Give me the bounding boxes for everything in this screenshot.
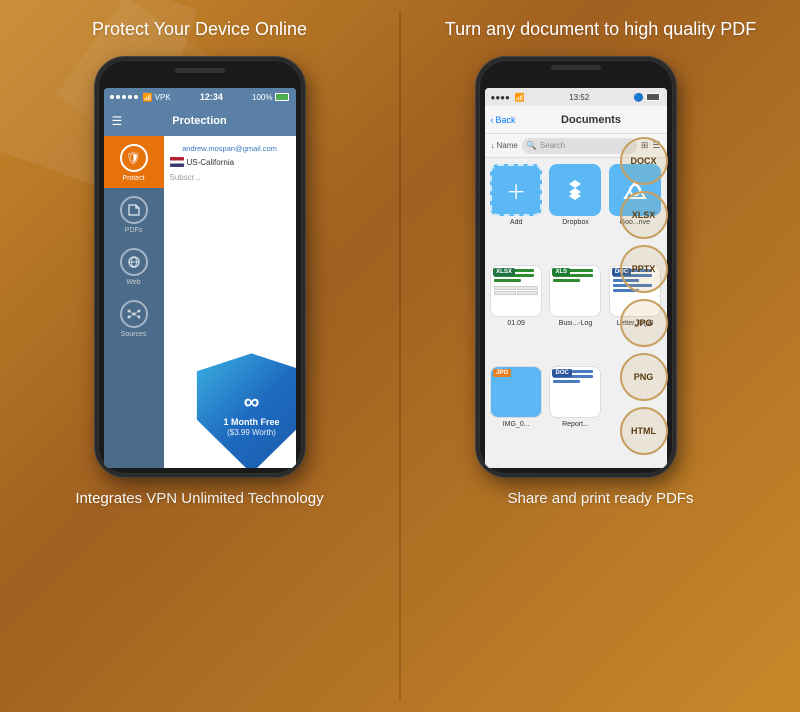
list-item[interactable]: DOC Report...: [548, 366, 603, 463]
sort-down-icon: ↓: [491, 141, 495, 150]
xls-tag: XLS: [552, 268, 570, 276]
add-file-icon: ＋: [490, 164, 542, 216]
sort-label: Name: [497, 141, 518, 150]
format-badge-xlsx: XLSX: [620, 191, 668, 239]
sidebar-web-label: Web: [126, 279, 140, 286]
shield-shape: ∞ 1 Month Free ($3.99 Worth): [197, 353, 296, 468]
sidebar-item-sources[interactable]: Sources: [104, 292, 164, 344]
format-badge-docx: DOCX: [620, 137, 668, 185]
hamburger-icon[interactable]: ☰: [112, 114, 123, 128]
left-phone-mockup: 📶 VPK 12:34 100% ☰ Protection: [95, 57, 305, 477]
battery-icon: [275, 93, 289, 101]
left-status-time: 12:34: [200, 92, 223, 102]
left-panel-footer: Integrates VPN Unlimited Technology: [65, 477, 333, 523]
web-icon: [120, 248, 148, 276]
vpn-location: US-California: [170, 157, 290, 167]
docs-nav-title: Documents: [522, 114, 661, 126]
signal-dots: 📶 VPK: [110, 93, 171, 102]
xls-file-icon: XLS: [549, 265, 601, 317]
right-status-time: 13:52: [569, 93, 589, 102]
list-item[interactable]: XLS Busi...-Log: [548, 265, 603, 362]
file-name: Report...: [562, 421, 589, 428]
jpg-file-icon: JPG: [490, 366, 542, 418]
file-name: Busi...-Log: [559, 320, 592, 327]
vpn-main-content: andrew.mospan@gmail.com US-California Su…: [164, 136, 296, 468]
protect-icon: 🛡: [120, 144, 148, 172]
pdfs-icon: [120, 196, 148, 224]
left-nav-title: Protection: [172, 115, 226, 127]
sidebar-item-pdfs[interactable]: PDFs: [104, 188, 164, 240]
back-chevron-icon: ‹: [491, 115, 494, 125]
bluetooth-icon: 🔵: [634, 93, 644, 102]
battery-percent: 100%: [252, 93, 272, 102]
infinity-icon: ∞: [244, 389, 260, 415]
shield-text-1: 1 Month Free: [223, 417, 279, 428]
vpn-sidebar: 🛡 Protect PDFs: [104, 136, 164, 468]
list-item[interactable]: ＋ Add: [489, 164, 544, 261]
file-name: Dropbox: [562, 219, 588, 226]
page-wrapper: Protect Your Device Online 📶 VPK 12:34 1…: [0, 0, 800, 712]
back-button[interactable]: ‹ Back: [491, 115, 516, 125]
list-item[interactable]: XLSX: [489, 265, 544, 362]
right-panel-title: Turn any document to high quality PDF: [445, 18, 757, 41]
file-name: Add: [510, 219, 522, 226]
us-flag-icon: [170, 157, 184, 167]
right-battery-icon: [646, 93, 660, 101]
jpg-tag: JPG: [493, 369, 511, 377]
left-phone-screen: 📶 VPK 12:34 100% ☰ Protection: [104, 88, 296, 468]
search-icon: 🔍: [527, 141, 537, 150]
right-panel-footer: Share and print ready PDFs: [498, 477, 704, 523]
docs-nav-bar: ‹ Back Documents: [485, 106, 667, 134]
back-label: Back: [496, 115, 516, 125]
left-nav-bar: ☰ Protection: [104, 106, 296, 136]
sidebar-protect-label: Protect: [122, 175, 144, 182]
format-badge-html: HTML: [620, 407, 668, 455]
vpn-content: 🛡 Protect PDFs: [104, 136, 296, 468]
sort-control[interactable]: ↓ Name: [491, 141, 518, 150]
left-panel-title: Protect Your Device Online: [92, 18, 307, 41]
right-status-bar: ●●●● 📶 13:52 🔵: [485, 88, 667, 106]
file-name: 01.09: [507, 320, 525, 327]
vpn-subscribe: Subscr...: [170, 173, 290, 182]
format-badges: DOCX XLSX PPTX JPG PNG HTML: [620, 137, 668, 455]
xlsx-tag: XLSX: [493, 268, 515, 276]
vpn-email: andrew.mospan@gmail.com: [170, 144, 290, 153]
sidebar-pdfs-label: PDFs: [125, 227, 143, 234]
sidebar-sources-label: Sources: [121, 331, 147, 338]
doc2-tag: DOC: [552, 369, 571, 377]
format-badge-png: PNG: [620, 353, 668, 401]
xlsx-file-icon: XLSX: [490, 265, 542, 317]
right-panel: Turn any document to high quality PDF ●●…: [401, 0, 800, 712]
vpn-location-text: US-California: [187, 158, 235, 167]
list-item[interactable]: JPG IMG_0...: [489, 366, 544, 463]
sources-icon: [120, 300, 148, 328]
dropbox-file-icon: [549, 164, 601, 216]
main-layout: Protect Your Device Online 📶 VPK 12:34 1…: [0, 0, 800, 712]
format-badge-jpg: JPG: [620, 299, 668, 347]
sidebar-item-web[interactable]: Web: [104, 240, 164, 292]
left-status-right: 100%: [252, 93, 289, 102]
shield-overlay: ∞ 1 Month Free ($3.99 Worth): [197, 353, 296, 468]
left-status-bar: 📶 VPK 12:34 100%: [104, 88, 296, 106]
list-item[interactable]: Dropbox: [548, 164, 603, 261]
right-phone-wrapper: ●●●● 📶 13:52 🔵 ‹: [476, 57, 676, 477]
doc2-file-icon: DOC: [549, 366, 601, 418]
sidebar-item-protect[interactable]: 🛡 Protect: [104, 136, 164, 188]
file-name: IMG_0...: [503, 421, 530, 428]
format-badge-pptx: PPTX: [620, 245, 668, 293]
left-panel: Protect Your Device Online 📶 VPK 12:34 1…: [0, 0, 399, 712]
shield-text-2: ($3.99 Worth): [227, 428, 276, 437]
search-placeholder: Search: [540, 141, 565, 150]
